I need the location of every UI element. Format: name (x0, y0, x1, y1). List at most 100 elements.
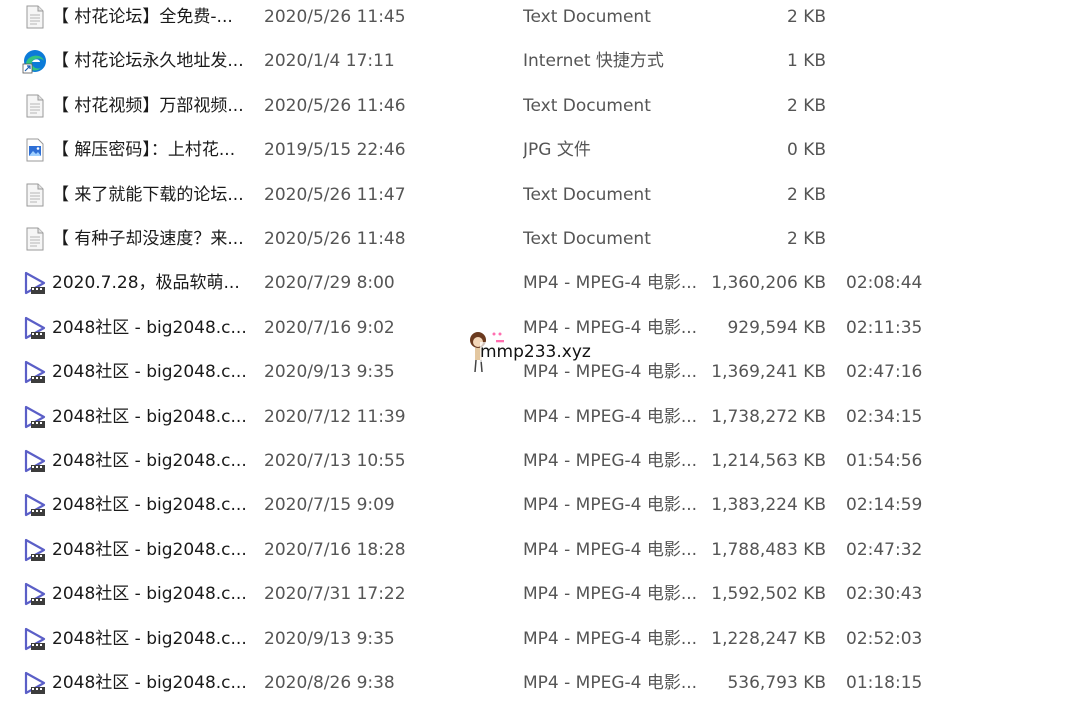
file-length: 02:52:03 (846, 628, 923, 649)
file-name: 【 村花视频】万部视频... (52, 95, 244, 116)
file-length: 02:47:16 (846, 362, 923, 383)
video-file-icon (22, 483, 48, 527)
video-file-icon (22, 306, 48, 350)
file-length (846, 217, 946, 261)
file-length: 01:54:56 (846, 451, 923, 471)
file-size: 1 KB (786, 51, 826, 72)
file-date-modified: 2020/1/4 17:11 (264, 51, 395, 72)
file-type: MP4 - MPEG-4 电影... (523, 539, 698, 560)
file-length (846, 84, 946, 128)
file-type: Text Document (523, 229, 651, 249)
video-file-icon (22, 617, 48, 661)
file-date-modified: 2020/5/26 11:48 (264, 229, 406, 249)
file-size: 1,738,272 KB (711, 406, 826, 427)
file-name: 2048社区 - big2048.c... (52, 584, 247, 605)
file-length: 02:47:32 (846, 539, 923, 560)
file-date-modified: 2020/5/26 11:47 (264, 184, 406, 205)
file-name: 2020.7.28，极品软萌... (52, 273, 240, 294)
file-type: Text Document (523, 7, 651, 27)
file-size: 1,228,247 KB (711, 628, 826, 649)
file-type: Internet 快捷方式 (523, 51, 664, 72)
file-length (846, 39, 946, 83)
file-size: 2 KB (786, 229, 826, 249)
file-row[interactable]: 【 来了就能下载的论坛... 2020/5/26 11:47 Text Docume… (0, 173, 1080, 217)
file-length: 01:18:15 (846, 673, 923, 693)
file-name: 2048社区 - big2048.c... (52, 362, 247, 383)
file-size: 929,594 KB (727, 317, 826, 338)
file-row[interactable]: 【 村花视频】万部视频... 2020/5/26 11:46 Text Docume… (0, 84, 1080, 128)
file-size: 1,788,483 KB (711, 539, 826, 560)
file-row[interactable]: 2048社区 - big2048.c... 2020/7/16 18:28 MP4 … (0, 528, 1080, 572)
file-row[interactable]: 2048社区 - big2048.c... 2020/8/26 9:38 MP4 -… (0, 661, 1080, 705)
file-length: 02:08:44 (846, 273, 923, 294)
file-row[interactable]: 2048社区 - big2048.c... 2020/7/13 10:55 MP4 … (0, 439, 1080, 483)
file-type: MP4 - MPEG-4 电影... (523, 451, 698, 471)
video-file-icon (22, 261, 48, 305)
file-length (846, 0, 946, 39)
file-name: 【 来了就能下载的论坛... (52, 184, 244, 205)
file-name: 2048社区 - big2048.c... (52, 495, 247, 516)
file-date-modified: 2020/7/16 18:28 (264, 539, 406, 560)
jpg-image-icon (22, 128, 48, 172)
video-file-icon (22, 528, 48, 572)
file-row[interactable]: 【 村花论坛】全免费-... 2020/5/26 11:45 Text Docume… (0, 0, 1080, 39)
file-name: 2048社区 - big2048.c... (52, 406, 247, 427)
text-document-icon (22, 0, 48, 39)
file-name: 【 有种子却没速度？来... (52, 229, 244, 249)
file-name: 【 村花论坛永久地址发... (52, 51, 244, 72)
file-date-modified: 2020/7/29 8:00 (264, 273, 395, 294)
file-name: 2048社区 - big2048.c... (52, 317, 247, 338)
file-name: 【 解压密码】：上村花... (52, 140, 236, 161)
file-length: 02:11:35 (846, 317, 923, 338)
file-date-modified: 2020/5/26 11:45 (264, 7, 406, 27)
file-type: MP4 - MPEG-4 电影... (523, 628, 698, 649)
file-row[interactable]: 2048社区 - big2048.c... 2020/7/15 9:09 MP4 -… (0, 483, 1080, 527)
file-type: Text Document (523, 95, 651, 116)
file-row[interactable]: 2020.7.28，极品软萌... 2020/7/29 8:00 MP4 - MPE… (0, 261, 1080, 305)
file-name: 2048社区 - big2048.c... (52, 628, 247, 649)
file-date-modified: 2020/7/15 9:09 (264, 495, 395, 516)
video-file-icon (22, 439, 48, 483)
file-size: 0 KB (786, 140, 826, 161)
file-size: 1,383,224 KB (711, 495, 826, 516)
video-file-icon (22, 572, 48, 616)
file-date-modified: 2020/7/12 11:39 (264, 406, 406, 427)
file-type: Text Document (523, 184, 651, 205)
file-size: 1,360,206 KB (711, 273, 826, 294)
file-size: 2 KB (786, 95, 826, 116)
watermark-text: mmp233.xyz (480, 342, 591, 362)
file-size: 2 KB (786, 184, 826, 205)
file-length: 02:34:15 (846, 406, 923, 427)
file-length (846, 173, 946, 217)
file-row[interactable]: 2048社区 - big2048.c... 2020/7/12 11:39 MP4 … (0, 395, 1080, 439)
edge-shortcut-icon (22, 39, 48, 83)
file-size: 1,214,563 KB (711, 451, 826, 471)
watermark: mmp233.xyz (466, 328, 616, 378)
video-file-icon (22, 350, 48, 394)
video-file-icon (22, 395, 48, 439)
file-date-modified: 2020/9/13 9:35 (264, 628, 395, 649)
file-name: 2048社区 - big2048.c... (52, 673, 247, 693)
file-date-modified: 2020/5/26 11:46 (264, 95, 406, 116)
file-row[interactable]: 2048社区 - big2048.c... 2020/7/31 17:22 MP4 … (0, 572, 1080, 616)
text-document-icon (22, 217, 48, 261)
file-date-modified: 2019/5/15 22:46 (264, 140, 406, 161)
file-size: 536,793 KB (727, 673, 826, 693)
file-row[interactable]: 2048社区 - big2048.c... 2020/9/13 9:35 MP4 -… (0, 617, 1080, 661)
file-type: MP4 - MPEG-4 电影... (523, 273, 698, 294)
video-file-icon (22, 661, 48, 705)
file-row[interactable]: 【 有种子却没速度？来... 2020/5/26 11:48 Text Docume… (0, 217, 1080, 261)
file-type: JPG 文件 (523, 140, 591, 161)
file-row[interactable]: 【 村花论坛永久地址发... 2020/1/4 17:11 Internet 快捷方… (0, 39, 1080, 83)
file-type: MP4 - MPEG-4 电影... (523, 584, 698, 605)
file-size: 1,592,502 KB (711, 584, 826, 605)
file-type: MP4 - MPEG-4 电影... (523, 495, 698, 516)
file-size: 2 KB (786, 7, 826, 27)
file-name: 2048社区 - big2048.c... (52, 539, 247, 560)
file-date-modified: 2020/7/31 17:22 (264, 584, 406, 605)
file-row[interactable]: 【 解压密码】：上村花... 2019/5/15 22:46 JPG 文件 0 KB (0, 128, 1080, 172)
file-length: 02:14:59 (846, 495, 923, 516)
file-date-modified: 2020/8/26 9:38 (264, 673, 395, 693)
text-document-icon (22, 84, 48, 128)
file-name: 【 村花论坛】全免费-... (52, 7, 233, 27)
